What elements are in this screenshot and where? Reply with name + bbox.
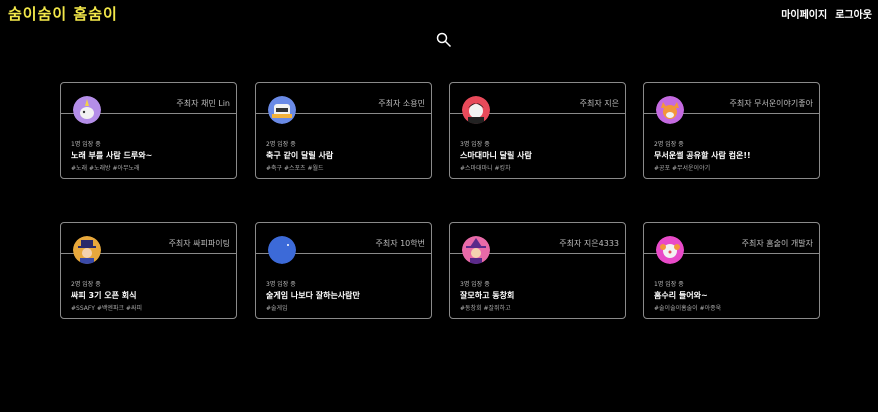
unicorn-avatar-icon — [73, 96, 101, 124]
room-tags: #술이술이홈술이 #아종욱 — [654, 305, 722, 312]
room-title: 잘모하고 동창회 — [460, 291, 515, 300]
room-host: 주최자 싸피파이팅 — [168, 239, 230, 248]
logout-link[interactable]: 로그아웃 — [835, 6, 872, 21]
room-count: 2명 입장 중 — [654, 141, 684, 148]
room-host: 주최자 지은4333 — [559, 239, 619, 248]
room-count: 1명 입장 중 — [654, 281, 684, 288]
room-count: 3명 입장 중 — [266, 281, 296, 288]
room-card[interactable]: 주최자 소용민 2명 입장 중 축구 같이 달릴 사람 #축구 #스포츠 #월드 — [255, 82, 432, 179]
room-host: 주최자 무서운이야기좋아 — [729, 99, 813, 108]
vampire-avatar-icon — [462, 96, 490, 124]
witch-avatar-icon — [462, 236, 490, 264]
fox-avatar-icon — [656, 96, 684, 124]
room-count: 2명 입장 중 — [266, 141, 296, 148]
search-icon[interactable] — [436, 32, 452, 48]
room-card[interactable]: 주최자 채민 Lin 1명 입장 중 노래 부를 사람 드루와~ #노래 #노래… — [60, 82, 237, 179]
mypage-link[interactable]: 마이페이지 — [781, 6, 827, 21]
room-host: 주최자 10학번 — [375, 239, 425, 248]
room-tags: #공포 #무서운이야기 — [654, 165, 711, 172]
clown-avatar-icon — [656, 236, 684, 264]
room-title: 술게임 나보다 잘하는사람만 — [266, 291, 360, 300]
room-count: 3명 입장 중 — [460, 141, 490, 148]
room-count: 2명 입장 중 — [71, 281, 101, 288]
room-title: 축구 같이 달릴 사람 — [266, 151, 334, 160]
room-host: 주최자 소용민 — [378, 99, 425, 108]
room-title: 홈수리 들어와~ — [654, 291, 708, 300]
room-card[interactable]: 주최자 홈술이 개발자 1명 입장 중 홈수리 들어와~ #술이술이홈술이 #아… — [643, 222, 820, 319]
app-logo[interactable]: 숨이숨이 홈숨이 — [8, 3, 118, 24]
room-title: 무서운썰 공유할 사람 컴온!! — [654, 151, 751, 160]
wizard-avatar-icon — [73, 236, 101, 264]
room-count: 3명 입장 중 — [460, 281, 490, 288]
room-tags: #SSAFY #백엔파크 #싸피 — [71, 305, 142, 312]
room-title: 노래 부를 사람 드루와~ — [71, 151, 153, 160]
room-tags: #노래 #노래방 #아무노래 — [71, 165, 140, 172]
room-tags: #동창회 #잘쥐하고 — [460, 305, 511, 312]
room-host: 주최자 지은 — [579, 99, 619, 108]
room-card[interactable]: 주최자 지은4333 3명 입장 중 잘모하고 동창회 #동창회 #잘쥐하고 — [449, 222, 626, 319]
room-count: 1명 입장 중 — [71, 141, 101, 148]
top-nav: 마이페이지 로그아웃 — [781, 6, 872, 21]
room-card[interactable]: 주최자 무서운이야기좋아 2명 입장 중 무서운썰 공유할 사람 컴온!! #공… — [643, 82, 820, 179]
room-tags: #술게임 — [266, 305, 288, 312]
room-card[interactable]: 주최자 싸피파이팅 2명 입장 중 싸피 3기 오픈 회식 #SSAFY #백엔… — [60, 222, 237, 319]
moon-avatar-icon — [268, 236, 296, 264]
room-card[interactable]: 주최자 지은 3명 입장 중 스마대마니 달릴 사람 #스마대마니 #킹차 — [449, 82, 626, 179]
room-host: 주최자 채민 Lin — [176, 99, 230, 108]
room-tags: #스마대마니 #킹차 — [460, 165, 511, 172]
robot-avatar-icon — [268, 96, 296, 124]
room-host: 주최자 홈술이 개발자 — [741, 239, 813, 248]
room-title: 싸피 3기 오픈 회식 — [71, 291, 137, 300]
room-card[interactable]: 주최자 10학번 3명 입장 중 술게임 나보다 잘하는사람만 #술게임 — [255, 222, 432, 319]
room-tags: #축구 #스포츠 #월드 — [266, 165, 324, 172]
room-title: 스마대마니 달릴 사람 — [460, 151, 532, 160]
